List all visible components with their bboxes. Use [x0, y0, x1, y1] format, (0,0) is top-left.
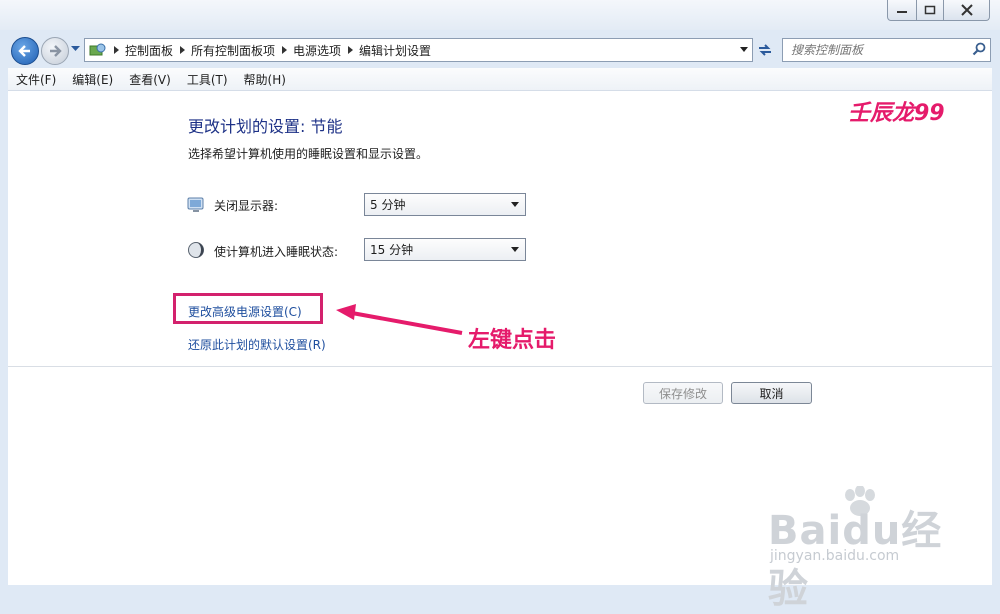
save-changes-button[interactable]: 保存修改	[643, 382, 723, 404]
display-off-value: 5 分钟	[370, 198, 406, 212]
cancel-button[interactable]: 取消	[731, 382, 812, 404]
author-watermark: 壬辰龙99	[848, 101, 945, 126]
menu-help[interactable]: 帮助(H)	[236, 71, 294, 88]
search-box	[782, 38, 991, 62]
window-controls	[887, 0, 990, 21]
menu-bar: 文件(F) 编辑(E) 查看(V) 工具(T) 帮助(H)	[8, 68, 992, 91]
main-content: 更改计划的设置: 节能 选择希望计算机使用的睡眠设置和显示设置。 关闭显示器: …	[8, 91, 992, 612]
search-icon[interactable]	[972, 42, 986, 56]
annotation-text: 左键点击	[468, 328, 557, 353]
forward-button[interactable]	[41, 37, 69, 65]
search-input[interactable]	[789, 41, 968, 59]
sleep-value: 15 分钟	[370, 243, 414, 257]
page-subtitle: 选择希望计算机使用的睡眠设置和显示设置。	[188, 147, 429, 161]
breadcrumb-control-panel[interactable]: 控制面板	[125, 42, 173, 59]
moon-sleep-icon	[188, 242, 204, 258]
arrow-right-icon	[50, 45, 62, 57]
control-panel-icon	[89, 43, 106, 56]
advanced-power-settings-link[interactable]: 更改高级电源设置(C)	[188, 303, 302, 320]
recent-pages-dropdown-icon[interactable]	[71, 46, 80, 52]
display-off-select[interactable]: 5 分钟	[364, 193, 526, 216]
refresh-icon[interactable]	[756, 41, 774, 59]
menu-edit[interactable]: 编辑(E)	[64, 71, 121, 88]
display-off-label: 关闭显示器:	[214, 199, 279, 213]
divider	[8, 366, 992, 367]
navigation-bar: 控制面板 所有控制面板项 电源选项 编辑计划设置	[0, 34, 1000, 68]
baidu-watermark: Baidu经验 jingyan.baidu.com	[758, 486, 968, 612]
breadcrumb-separator	[282, 46, 288, 54]
breadcrumb-separator	[114, 46, 119, 54]
sleep-select[interactable]: 15 分钟	[364, 238, 526, 261]
menu-view[interactable]: 查看(V)	[121, 71, 179, 88]
chevron-down-icon	[511, 202, 519, 207]
menu-file[interactable]: 文件(F)	[8, 71, 64, 88]
address-dropdown-icon[interactable]	[740, 47, 748, 52]
page-title: 更改计划的设置: 节能	[188, 117, 343, 136]
monitor-icon	[187, 197, 204, 212]
menu-tools[interactable]: 工具(T)	[179, 71, 236, 88]
chevron-down-icon	[511, 247, 519, 252]
back-button[interactable]	[11, 37, 39, 65]
breadcrumb-power-options[interactable]: 电源选项	[293, 42, 341, 59]
minimize-button[interactable]	[887, 0, 917, 21]
maximize-icon	[924, 5, 936, 15]
arrow-left-icon	[18, 45, 30, 57]
breadcrumb-edit-plan[interactable]: 编辑计划设置	[359, 42, 431, 59]
breadcrumb-separator	[180, 46, 186, 54]
close-icon	[960, 4, 973, 16]
baidu-url: jingyan.baidu.com	[770, 548, 900, 564]
maximize-button[interactable]	[917, 0, 944, 21]
sleep-label: 使计算机进入睡眠状态:	[214, 245, 339, 259]
breadcrumb-separator	[348, 46, 354, 54]
title-bar	[0, 0, 1000, 30]
annotation-arrow-icon	[336, 304, 463, 335]
breadcrumb-all-items[interactable]: 所有控制面板项	[191, 42, 275, 59]
close-button[interactable]	[944, 0, 990, 21]
minimize-icon	[897, 11, 907, 13]
address-bar[interactable]: 控制面板 所有控制面板项 电源选项 编辑计划设置	[84, 38, 753, 62]
restore-defaults-link[interactable]: 还原此计划的默认设置(R)	[188, 336, 326, 353]
